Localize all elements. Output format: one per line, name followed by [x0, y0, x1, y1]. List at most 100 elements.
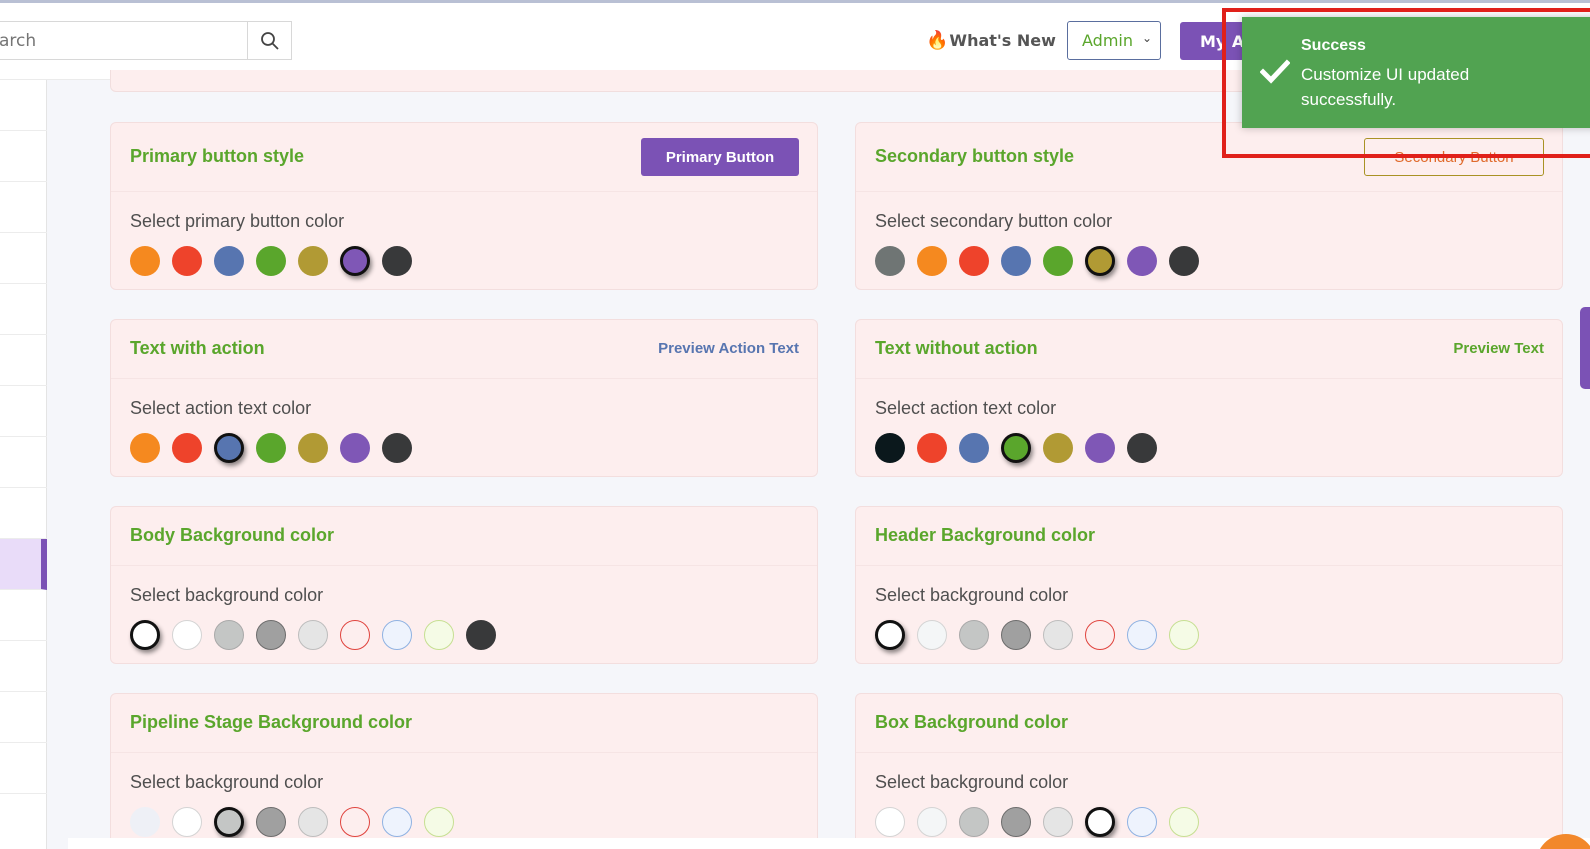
color-swatch[interactable] [875, 433, 905, 463]
color-swatch[interactable] [130, 246, 160, 276]
color-swatch[interactable] [340, 620, 370, 650]
sidebar-item[interactable] [0, 437, 47, 488]
sidebar-item[interactable] [0, 590, 47, 641]
sidebar-item[interactable] [0, 233, 47, 284]
sidebar-item-active[interactable] [0, 539, 47, 590]
color-swatch[interactable] [214, 433, 244, 463]
color-swatch[interactable] [1001, 433, 1031, 463]
sidebar-item[interactable] [0, 131, 47, 182]
color-swatch[interactable] [382, 246, 412, 276]
color-swatch[interactable] [256, 433, 286, 463]
search-icon [260, 31, 279, 50]
color-swatch[interactable] [875, 246, 905, 276]
color-swatch[interactable] [382, 807, 412, 837]
color-swatch[interactable] [424, 620, 454, 650]
sidebar-item[interactable] [0, 182, 47, 233]
sidebar-item[interactable] [0, 284, 47, 335]
card-title: Box Background color [875, 712, 1069, 732]
sidebar-item[interactable] [0, 692, 47, 743]
color-swatch[interactable] [875, 620, 905, 650]
color-swatch[interactable] [1127, 433, 1157, 463]
color-swatch[interactable] [1169, 620, 1199, 650]
color-swatch[interactable] [1169, 246, 1199, 276]
color-swatch[interactable] [298, 807, 328, 837]
color-swatch[interactable] [382, 433, 412, 463]
search-box[interactable] [0, 21, 248, 60]
primary-button-preview[interactable]: Primary Button [641, 138, 799, 176]
color-swatch[interactable] [130, 620, 160, 650]
feedback-side-tab[interactable] [1580, 307, 1590, 389]
sidebar-item[interactable] [0, 641, 47, 692]
whats-new-link[interactable]: 🔥 What's New [926, 30, 1056, 51]
card-label: Select background color [875, 772, 1069, 792]
text-with-action-card: Text with action Preview Action Text Sel… [110, 319, 818, 477]
color-swatch[interactable] [1169, 807, 1199, 837]
color-swatch[interactable] [172, 620, 202, 650]
color-swatch[interactable] [130, 433, 160, 463]
color-swatches [875, 807, 1543, 837]
flame-icon: 🔥 [926, 30, 949, 51]
color-swatches [130, 246, 798, 276]
color-swatch[interactable] [1127, 620, 1157, 650]
color-swatch[interactable] [1085, 620, 1115, 650]
color-swatch[interactable] [1127, 246, 1157, 276]
color-swatch[interactable] [1127, 807, 1157, 837]
color-swatch[interactable] [256, 807, 286, 837]
color-swatch[interactable] [298, 433, 328, 463]
sidebar-item[interactable] [0, 743, 47, 794]
color-swatch[interactable] [959, 246, 989, 276]
highlight-box [1222, 8, 1590, 158]
sidebar-item[interactable] [0, 488, 47, 539]
color-swatch[interactable] [1085, 433, 1115, 463]
color-swatch[interactable] [214, 246, 244, 276]
color-swatch[interactable] [1085, 246, 1115, 276]
color-swatch[interactable] [1043, 246, 1073, 276]
color-swatch[interactable] [424, 807, 454, 837]
card-label: Select background color [130, 772, 324, 792]
color-swatch[interactable] [1001, 807, 1031, 837]
text-without-action-card: Text without action Preview Text Select … [855, 319, 1563, 477]
color-swatch[interactable] [298, 246, 328, 276]
sidebar-item[interactable] [0, 335, 47, 386]
color-swatch[interactable] [959, 620, 989, 650]
color-swatch[interactable] [340, 246, 370, 276]
color-swatch[interactable] [172, 433, 202, 463]
color-swatch[interactable] [1085, 807, 1115, 837]
color-swatch[interactable] [214, 620, 244, 650]
sidebar-item[interactable] [0, 386, 47, 437]
admin-select[interactable]: Admin ⌄ [1067, 21, 1161, 60]
color-swatch[interactable] [917, 246, 947, 276]
color-swatch[interactable] [466, 620, 496, 650]
color-swatch[interactable] [875, 807, 905, 837]
color-swatch[interactable] [256, 246, 286, 276]
color-swatch[interactable] [917, 807, 947, 837]
color-swatch[interactable] [1043, 433, 1073, 463]
color-swatch[interactable] [1043, 620, 1073, 650]
pipeline-stage-background-card: Pipeline Stage Background color Select b… [110, 693, 818, 849]
color-swatch[interactable] [382, 620, 412, 650]
color-swatch[interactable] [917, 620, 947, 650]
search-button[interactable] [247, 21, 292, 60]
color-swatch[interactable] [1001, 620, 1031, 650]
bottom-strip [68, 838, 1590, 849]
color-swatch[interactable] [214, 807, 244, 837]
color-swatch[interactable] [959, 807, 989, 837]
search-input[interactable] [0, 22, 248, 59]
color-swatch[interactable] [130, 807, 160, 837]
color-swatch[interactable] [298, 620, 328, 650]
color-swatch[interactable] [340, 807, 370, 837]
color-swatch[interactable] [340, 433, 370, 463]
card-label: Select primary button color [130, 211, 345, 231]
chevron-down-icon: ⌄ [1141, 31, 1152, 45]
color-swatches [875, 620, 1543, 650]
color-swatch[interactable] [172, 807, 202, 837]
color-swatch[interactable] [1001, 246, 1031, 276]
color-swatch[interactable] [959, 433, 989, 463]
color-swatch[interactable] [172, 246, 202, 276]
preview-action-text-link[interactable]: Preview Action Text [658, 340, 799, 357]
color-swatch[interactable] [256, 620, 286, 650]
color-swatch[interactable] [917, 433, 947, 463]
color-swatch[interactable] [1043, 807, 1073, 837]
color-swatches [875, 246, 1543, 276]
sidebar-item[interactable] [0, 80, 47, 131]
